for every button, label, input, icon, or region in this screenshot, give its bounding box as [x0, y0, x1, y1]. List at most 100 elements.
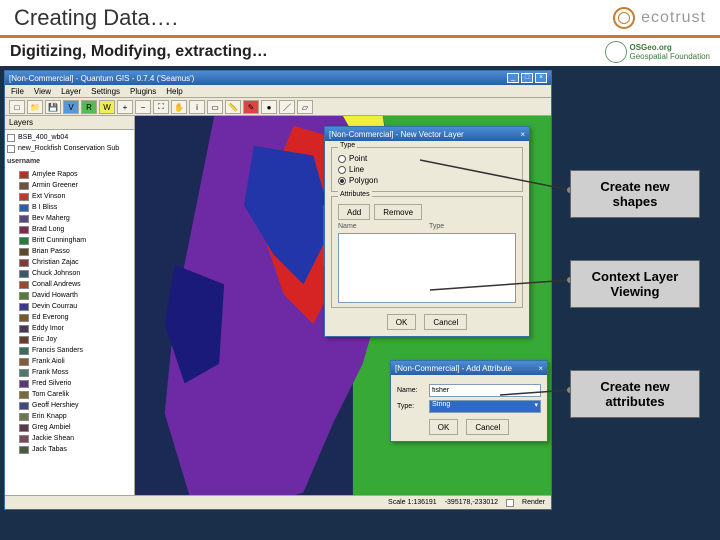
name-input[interactable] — [429, 384, 541, 397]
layers-panel: Layers BSB_400_wb04 new_Rockfish Conserv… — [5, 116, 135, 495]
add-attribute-button[interactable]: Add — [338, 204, 370, 220]
tool-capture-point-icon[interactable]: ● — [261, 100, 277, 114]
legend-item[interactable]: Conall Andrews — [19, 279, 132, 290]
legend-text: David Howarth — [32, 290, 78, 301]
legend-item[interactable]: Bev Maherg — [19, 213, 132, 224]
layer-name: BSB_400_wb04 — [18, 132, 68, 143]
tool-addvector-icon[interactable]: V — [63, 100, 79, 114]
tool-edit-icon[interactable]: ✎ — [243, 100, 259, 114]
legend-item[interactable]: Armin Greener — [19, 180, 132, 191]
tool-new-icon[interactable]: □ — [9, 100, 25, 114]
attributes-list[interactable] — [338, 233, 516, 303]
legend-item[interactable]: David Howarth — [19, 290, 132, 301]
checkbox-icon[interactable] — [7, 134, 15, 142]
remove-attribute-button[interactable]: Remove — [374, 204, 422, 220]
type-select[interactable]: String — [429, 400, 541, 413]
cancel-button[interactable]: Cancel — [424, 314, 467, 330]
menu-help[interactable]: Help — [166, 87, 182, 96]
group-label: Type — [338, 142, 357, 149]
radio-polygon[interactable]: Polygon — [338, 176, 516, 185]
dialog-title: [Non-Commercial] - New Vector Layer — [329, 130, 464, 139]
legend-item[interactable]: Fred Silverio — [19, 378, 132, 389]
radio-line[interactable]: Line — [338, 165, 516, 174]
callout-context-layer: Context Layer Viewing — [570, 260, 700, 308]
legend-text: Jack Tabas — [32, 444, 67, 455]
swatch-icon — [19, 237, 29, 245]
swatch-icon — [19, 171, 29, 179]
legend-item[interactable]: Christian Zajac — [19, 257, 132, 268]
legend-item[interactable]: Ext Vinson — [19, 191, 132, 202]
group-label: Attributes — [338, 191, 372, 198]
tool-zoomin-icon[interactable]: + — [117, 100, 133, 114]
render-checkbox[interactable] — [506, 499, 514, 507]
legend-item[interactable]: Devin Courrau — [19, 301, 132, 312]
legend-item[interactable]: Eric Joy — [19, 334, 132, 345]
maximize-icon[interactable]: □ — [521, 73, 533, 83]
layer-item[interactable]: BSB_400_wb04 — [7, 132, 132, 143]
legend-item[interactable]: Greg Ambiel — [19, 422, 132, 433]
layer-name: new_Rockfish Conservation Sub — [18, 143, 119, 154]
app-titlebar[interactable]: [Non-Commercial] - Quantum GIS - 0.7.4 (… — [5, 71, 551, 85]
menu-layer[interactable]: Layer — [61, 87, 81, 96]
radio-icon — [338, 177, 346, 185]
close-icon[interactable]: × — [535, 73, 547, 83]
tool-zoomfull-icon[interactable]: ⛶ — [153, 100, 169, 114]
callout-create-attributes: Create new attributes — [570, 370, 700, 418]
legend-item[interactable]: Frank Aioli — [19, 356, 132, 367]
legend-item[interactable]: Jack Tabas — [19, 444, 132, 455]
swatch-icon — [19, 204, 29, 212]
tool-addraster-icon[interactable]: R — [81, 100, 97, 114]
checkbox-icon[interactable] — [7, 145, 15, 153]
menu-plugins[interactable]: Plugins — [130, 87, 156, 96]
dialog-close-icon[interactable]: × — [520, 130, 525, 139]
dialog-titlebar[interactable]: [Non-Commercial] - New Vector Layer × — [325, 127, 529, 141]
legend-item[interactable]: Brian Passo — [19, 246, 132, 257]
tool-zoomout-icon[interactable]: − — [135, 100, 151, 114]
menu-settings[interactable]: Settings — [91, 87, 120, 96]
legend-text: Brad Long — [32, 224, 64, 235]
dialog-titlebar[interactable]: [Non-Commercial] - Add Attribute × — [391, 361, 547, 375]
legend-item[interactable]: Britt Cunningham — [19, 235, 132, 246]
tool-select-icon[interactable]: ▭ — [207, 100, 223, 114]
legend-item[interactable]: Amylee Rapos — [19, 169, 132, 180]
tool-identify-icon[interactable]: i — [189, 100, 205, 114]
menu-file[interactable]: File — [11, 87, 24, 96]
tool-capture-polygon-icon[interactable]: ▱ — [297, 100, 313, 114]
tool-measure-icon[interactable]: 📏 — [225, 100, 241, 114]
ok-button[interactable]: OK — [387, 314, 417, 330]
layer-item[interactable]: new_Rockfish Conservation Sub — [7, 143, 132, 154]
legend-item[interactable]: Chuck Johnson — [19, 268, 132, 279]
col-name: Name — [338, 223, 425, 230]
menu-view[interactable]: View — [34, 87, 51, 96]
legend-item[interactable]: Ed Everong — [19, 312, 132, 323]
legend-item[interactable]: Frank Moss — [19, 367, 132, 378]
tool-capture-line-icon[interactable]: ／ — [279, 100, 295, 114]
legend-item[interactable]: Francis Sanders — [19, 345, 132, 356]
ecotrust-icon — [613, 7, 635, 29]
statusbar: Scale 1:136191 -395178,-233012 Render — [5, 495, 551, 509]
tool-pan-icon[interactable]: ✋ — [171, 100, 187, 114]
legend-item[interactable]: Eddy Imor — [19, 323, 132, 334]
dialog-close-icon[interactable]: × — [538, 364, 543, 373]
legend-text: Geoff Hershiey — [32, 400, 79, 411]
minimize-icon[interactable]: _ — [507, 73, 519, 83]
radio-point[interactable]: Point — [338, 154, 516, 163]
dialog-add-attribute: [Non-Commercial] - Add Attribute × Name:… — [390, 360, 548, 442]
legend-item[interactable]: Brad Long — [19, 224, 132, 235]
legend-item[interactable]: Erin Knapp — [19, 411, 132, 422]
legend-item[interactable]: Jackie Shean — [19, 433, 132, 444]
legend-item[interactable]: B I Bliss — [19, 202, 132, 213]
tool-save-icon[interactable]: 💾 — [45, 100, 61, 114]
swatch-icon — [19, 391, 29, 399]
status-scale: Scale 1:136191 — [388, 499, 437, 506]
layers-tree[interactable]: BSB_400_wb04 new_Rockfish Conservation S… — [5, 130, 134, 457]
legend-item[interactable]: Tom Carelik — [19, 389, 132, 400]
tool-addwms-icon[interactable]: W — [99, 100, 115, 114]
legend-text: Britt Cunningham — [32, 235, 86, 246]
legend-item[interactable]: Geoff Hershiey — [19, 400, 132, 411]
ok-button[interactable]: OK — [429, 419, 459, 435]
swatch-icon — [19, 435, 29, 443]
slide-header: Creating Data…. ecotrust — [0, 0, 720, 38]
cancel-button[interactable]: Cancel — [466, 419, 509, 435]
tool-open-icon[interactable]: 📁 — [27, 100, 43, 114]
